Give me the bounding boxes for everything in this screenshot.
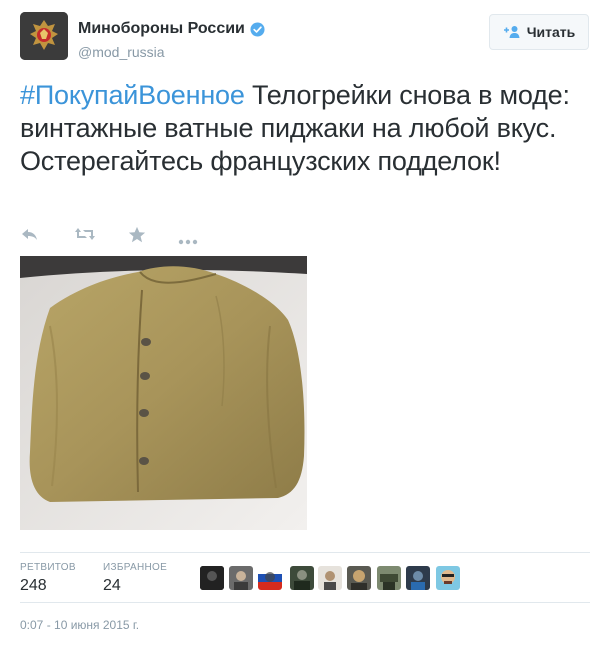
verified-badge-icon [250, 21, 265, 37]
favoriter-avatar[interactable] [436, 566, 460, 590]
account-avatar[interactable] [20, 12, 68, 60]
hashtag-link[interactable]: #ПокупайВоенное [20, 80, 245, 110]
favoriter-avatar[interactable] [200, 566, 224, 590]
favoriter-avatar[interactable] [258, 566, 282, 590]
account-handle[interactable]: @mod_russia [78, 44, 165, 60]
user-avatar-image [318, 566, 342, 590]
retweets-count[interactable]: 248 [20, 577, 47, 595]
favorite-icon [128, 226, 146, 243]
favoriter-avatar[interactable] [406, 566, 430, 590]
account-name-text[interactable]: Минобороны России [78, 20, 245, 38]
retweet-icon [75, 228, 95, 240]
favorites-count[interactable]: 24 [103, 577, 121, 595]
reply-button[interactable] [20, 226, 40, 247]
favorite-button[interactable] [128, 226, 146, 249]
favoriter-avatar[interactable] [377, 566, 401, 590]
reply-icon [22, 229, 37, 240]
retweets-label[interactable]: РЕТВИТОВ [20, 562, 76, 573]
favoriter-avatar[interactable] [347, 566, 371, 590]
user-avatar-image [377, 566, 401, 590]
user-avatar-image [290, 566, 314, 590]
user-avatar-image [200, 566, 224, 590]
more-button[interactable] [178, 232, 198, 250]
user-avatar-image [258, 566, 282, 590]
ministry-emblem-icon [20, 12, 68, 60]
user-avatar-image [347, 566, 371, 590]
favoriter-avatar[interactable] [318, 566, 342, 590]
favoriter-avatar[interactable] [290, 566, 314, 590]
user-avatar-image [436, 566, 460, 590]
follow-user-icon [503, 26, 520, 38]
follow-button-label: Читать [526, 24, 576, 40]
account-name[interactable]: Минобороны России [78, 20, 265, 38]
stats-top-divider [20, 552, 590, 553]
favorites-label[interactable]: ИЗБРАННОЕ [103, 562, 167, 573]
tweet-timestamp[interactable]: 0:07 - 10 июня 2015 г. [20, 618, 139, 632]
user-avatar-image [406, 566, 430, 590]
jacket-photo-image [20, 256, 307, 530]
stats-bottom-divider [20, 602, 590, 603]
tweet-photo[interactable] [20, 256, 307, 530]
more-icon [178, 239, 198, 245]
follow-button[interactable]: Читать [489, 14, 589, 50]
favoriter-avatar[interactable] [229, 566, 253, 590]
retweet-button[interactable] [74, 226, 96, 247]
user-avatar-image [229, 566, 253, 590]
tweet-text: #ПокупайВоенное Телогрейки снова в моде:… [20, 79, 585, 178]
